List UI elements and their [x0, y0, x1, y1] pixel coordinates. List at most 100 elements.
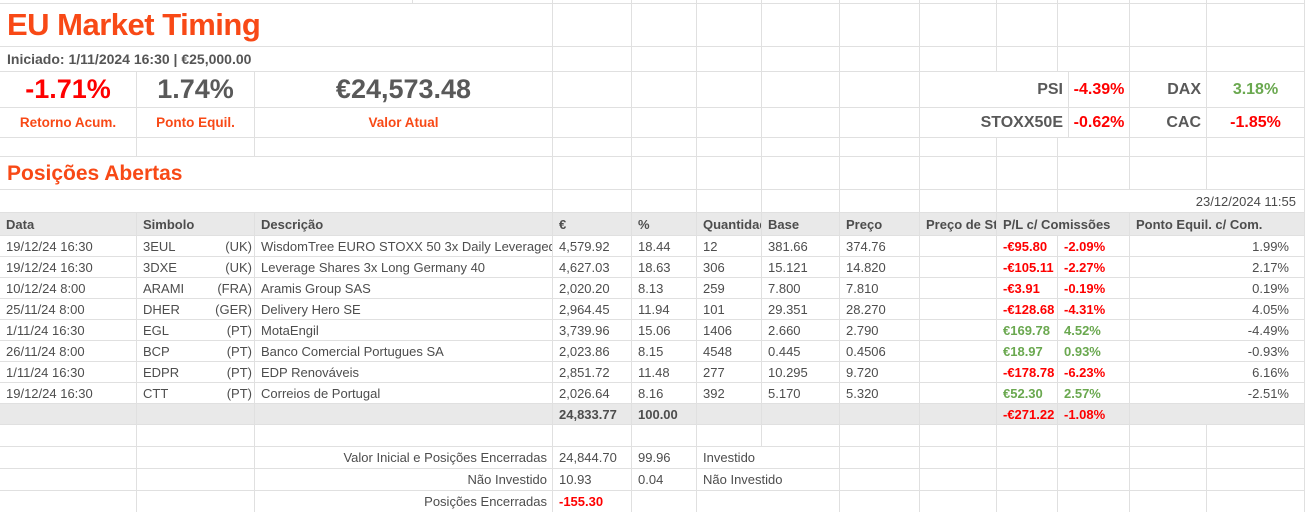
col-header-eur[interactable]: € — [553, 213, 632, 235]
cell-base[interactable]: 15.121 — [762, 257, 840, 277]
cell-quantity[interactable]: 259 — [697, 278, 762, 298]
cell-symbol[interactable]: EDPR (PT) — [137, 362, 255, 382]
cell-stop-price[interactable] — [920, 383, 997, 403]
index-cac-value[interactable]: -1.85% — [1207, 108, 1305, 137]
col-header-symbol[interactable]: Simbolo — [137, 213, 255, 235]
cell-base[interactable]: 0.445 — [762, 341, 840, 361]
cell-base[interactable]: 29.351 — [762, 299, 840, 319]
cell-base[interactable]: 2.660 — [762, 320, 840, 340]
total-eur[interactable]: 24,833.77 — [553, 404, 632, 424]
cell-quantity[interactable]: 4548 — [697, 341, 762, 361]
cell-pl-pct[interactable]: -6.23% — [1058, 362, 1130, 382]
cell-pl[interactable]: €52.30 — [997, 383, 1058, 403]
cell-pct[interactable]: 11.94 — [632, 299, 697, 319]
cell-breakeven[interactable]: -0.93% — [1130, 341, 1305, 361]
cell-breakeven[interactable]: 1.99% — [1130, 236, 1305, 256]
index-dax-value[interactable]: 3.18% — [1207, 72, 1305, 107]
cell-symbol[interactable]: BCP (PT) — [137, 341, 255, 361]
cell-pct[interactable]: 18.63 — [632, 257, 697, 277]
cell-date[interactable]: 10/12/24 8:00 — [0, 278, 137, 298]
cell-stop-price[interactable] — [920, 278, 997, 298]
cell-base[interactable]: 7.800 — [762, 278, 840, 298]
summary-label[interactable]: Posições Encerradas — [255, 491, 553, 512]
cell-price[interactable]: 2.790 — [840, 320, 920, 340]
cell-description[interactable]: Correios de Portugal — [255, 383, 553, 403]
cell-pl-pct[interactable]: -2.09% — [1058, 236, 1130, 256]
cell-breakeven[interactable]: 2.17% — [1130, 257, 1305, 277]
cell-description[interactable]: WisdomTree EURO STOXX 50 3x Daily Levera… — [255, 236, 553, 256]
cell-stop-price[interactable] — [920, 299, 997, 319]
col-header-price[interactable]: Preço — [840, 213, 920, 235]
cell-eur[interactable]: 4,627.03 — [553, 257, 632, 277]
summary-eur[interactable]: 24,844.70 — [553, 447, 632, 468]
cell-date[interactable]: 1/11/24 16:30 — [0, 362, 137, 382]
cell-stop-price[interactable] — [920, 341, 997, 361]
cell-symbol[interactable]: ARAMI (FRA) — [137, 278, 255, 298]
cell-base[interactable]: 10.295 — [762, 362, 840, 382]
cell-eur[interactable]: 2,964.45 — [553, 299, 632, 319]
summary-pct[interactable]: 99.96 — [632, 447, 697, 468]
cell-pl-pct[interactable]: 4.52% — [1058, 320, 1130, 340]
cell-quantity[interactable]: 277 — [697, 362, 762, 382]
cell-pct[interactable]: 8.13 — [632, 278, 697, 298]
cell-date[interactable]: 19/12/24 16:30 — [0, 236, 137, 256]
cell-pl[interactable]: -€178.78 — [997, 362, 1058, 382]
cell-quantity[interactable]: 392 — [697, 383, 762, 403]
col-header-pl[interactable]: P/L c/ Comissões — [997, 213, 1130, 235]
cell-date[interactable]: 1/11/24 16:30 — [0, 320, 137, 340]
cell-pct[interactable]: 8.16 — [632, 383, 697, 403]
total-pl-pct[interactable]: -1.08% — [1058, 404, 1130, 424]
col-header-base[interactable]: Base — [762, 213, 840, 235]
cell-description[interactable]: Banco Comercial Portugues SA — [255, 341, 553, 361]
cell-eur[interactable]: 2,020.20 — [553, 278, 632, 298]
cell-price[interactable]: 14.820 — [840, 257, 920, 277]
cell-symbol[interactable]: DHER (GER) — [137, 299, 255, 319]
cell-pct[interactable]: 8.15 — [632, 341, 697, 361]
cell-description[interactable]: MotaEngil — [255, 320, 553, 340]
cell-date[interactable]: 25/11/24 8:00 — [0, 299, 137, 319]
cell-breakeven[interactable]: 4.05% — [1130, 299, 1305, 319]
cell-breakeven[interactable]: 0.19% — [1130, 278, 1305, 298]
summary-note[interactable]: Investido — [697, 447, 840, 468]
cell-symbol[interactable]: 3DXE (UK) — [137, 257, 255, 277]
cell-stop-price[interactable] — [920, 320, 997, 340]
cell-pl-pct[interactable]: -0.19% — [1058, 278, 1130, 298]
cell-symbol[interactable]: 3EUL (UK) — [137, 236, 255, 256]
index-stoxx-value[interactable]: -0.62% — [1069, 108, 1130, 137]
cell-price[interactable]: 7.810 — [840, 278, 920, 298]
index-psi-value[interactable]: -4.39% — [1069, 72, 1130, 107]
summary-label[interactable]: Valor Inicial e Posições Encerradas — [255, 447, 553, 468]
last-update-timestamp[interactable]: 23/12/2024 11:55 — [1058, 190, 1305, 212]
cell-pl-pct[interactable]: -2.27% — [1058, 257, 1130, 277]
cell-stop-price[interactable] — [920, 236, 997, 256]
cell-symbol[interactable]: CTT (PT) — [137, 383, 255, 403]
index-psi-label[interactable]: PSI — [920, 72, 1069, 107]
cell-price[interactable]: 28.270 — [840, 299, 920, 319]
start-info[interactable]: Iniciado: 1/11/2024 16:30 | €25,000.00 — [0, 47, 553, 71]
cell-pl-pct[interactable]: 0.93% — [1058, 341, 1130, 361]
cell-description[interactable]: Aramis Group SAS — [255, 278, 553, 298]
cell-price[interactable]: 374.76 — [840, 236, 920, 256]
total-pl[interactable]: -€271.22 — [997, 404, 1058, 424]
index-cac-label[interactable]: CAC — [1130, 108, 1207, 137]
total-pct[interactable]: 100.00 — [632, 404, 697, 424]
cell-quantity[interactable]: 306 — [697, 257, 762, 277]
cell-breakeven[interactable]: 6.16% — [1130, 362, 1305, 382]
index-stoxx-label[interactable]: STOXX50E — [920, 108, 1069, 137]
stat-current-value[interactable]: €24,573.48 — [255, 72, 553, 107]
stat-return-value[interactable]: -1.71% — [0, 72, 137, 107]
cell-pl-pct[interactable]: 2.57% — [1058, 383, 1130, 403]
summary-label[interactable]: Não Investido — [255, 469, 553, 490]
cell-pct[interactable]: 15.06 — [632, 320, 697, 340]
cell-eur[interactable]: 2,026.64 — [553, 383, 632, 403]
col-header-data[interactable]: Data — [0, 213, 137, 235]
cell-pl[interactable]: -€128.68 — [997, 299, 1058, 319]
cell-date[interactable]: 19/12/24 16:30 — [0, 257, 137, 277]
cell-eur[interactable]: 2,851.72 — [553, 362, 632, 382]
cell-description[interactable]: Delivery Hero SE — [255, 299, 553, 319]
cell-symbol[interactable]: EGL (PT) — [137, 320, 255, 340]
cell-quantity[interactable]: 12 — [697, 236, 762, 256]
cell-pct[interactable]: 18.44 — [632, 236, 697, 256]
cell-pl[interactable]: -€105.11 — [997, 257, 1058, 277]
cell-date[interactable]: 19/12/24 16:30 — [0, 383, 137, 403]
